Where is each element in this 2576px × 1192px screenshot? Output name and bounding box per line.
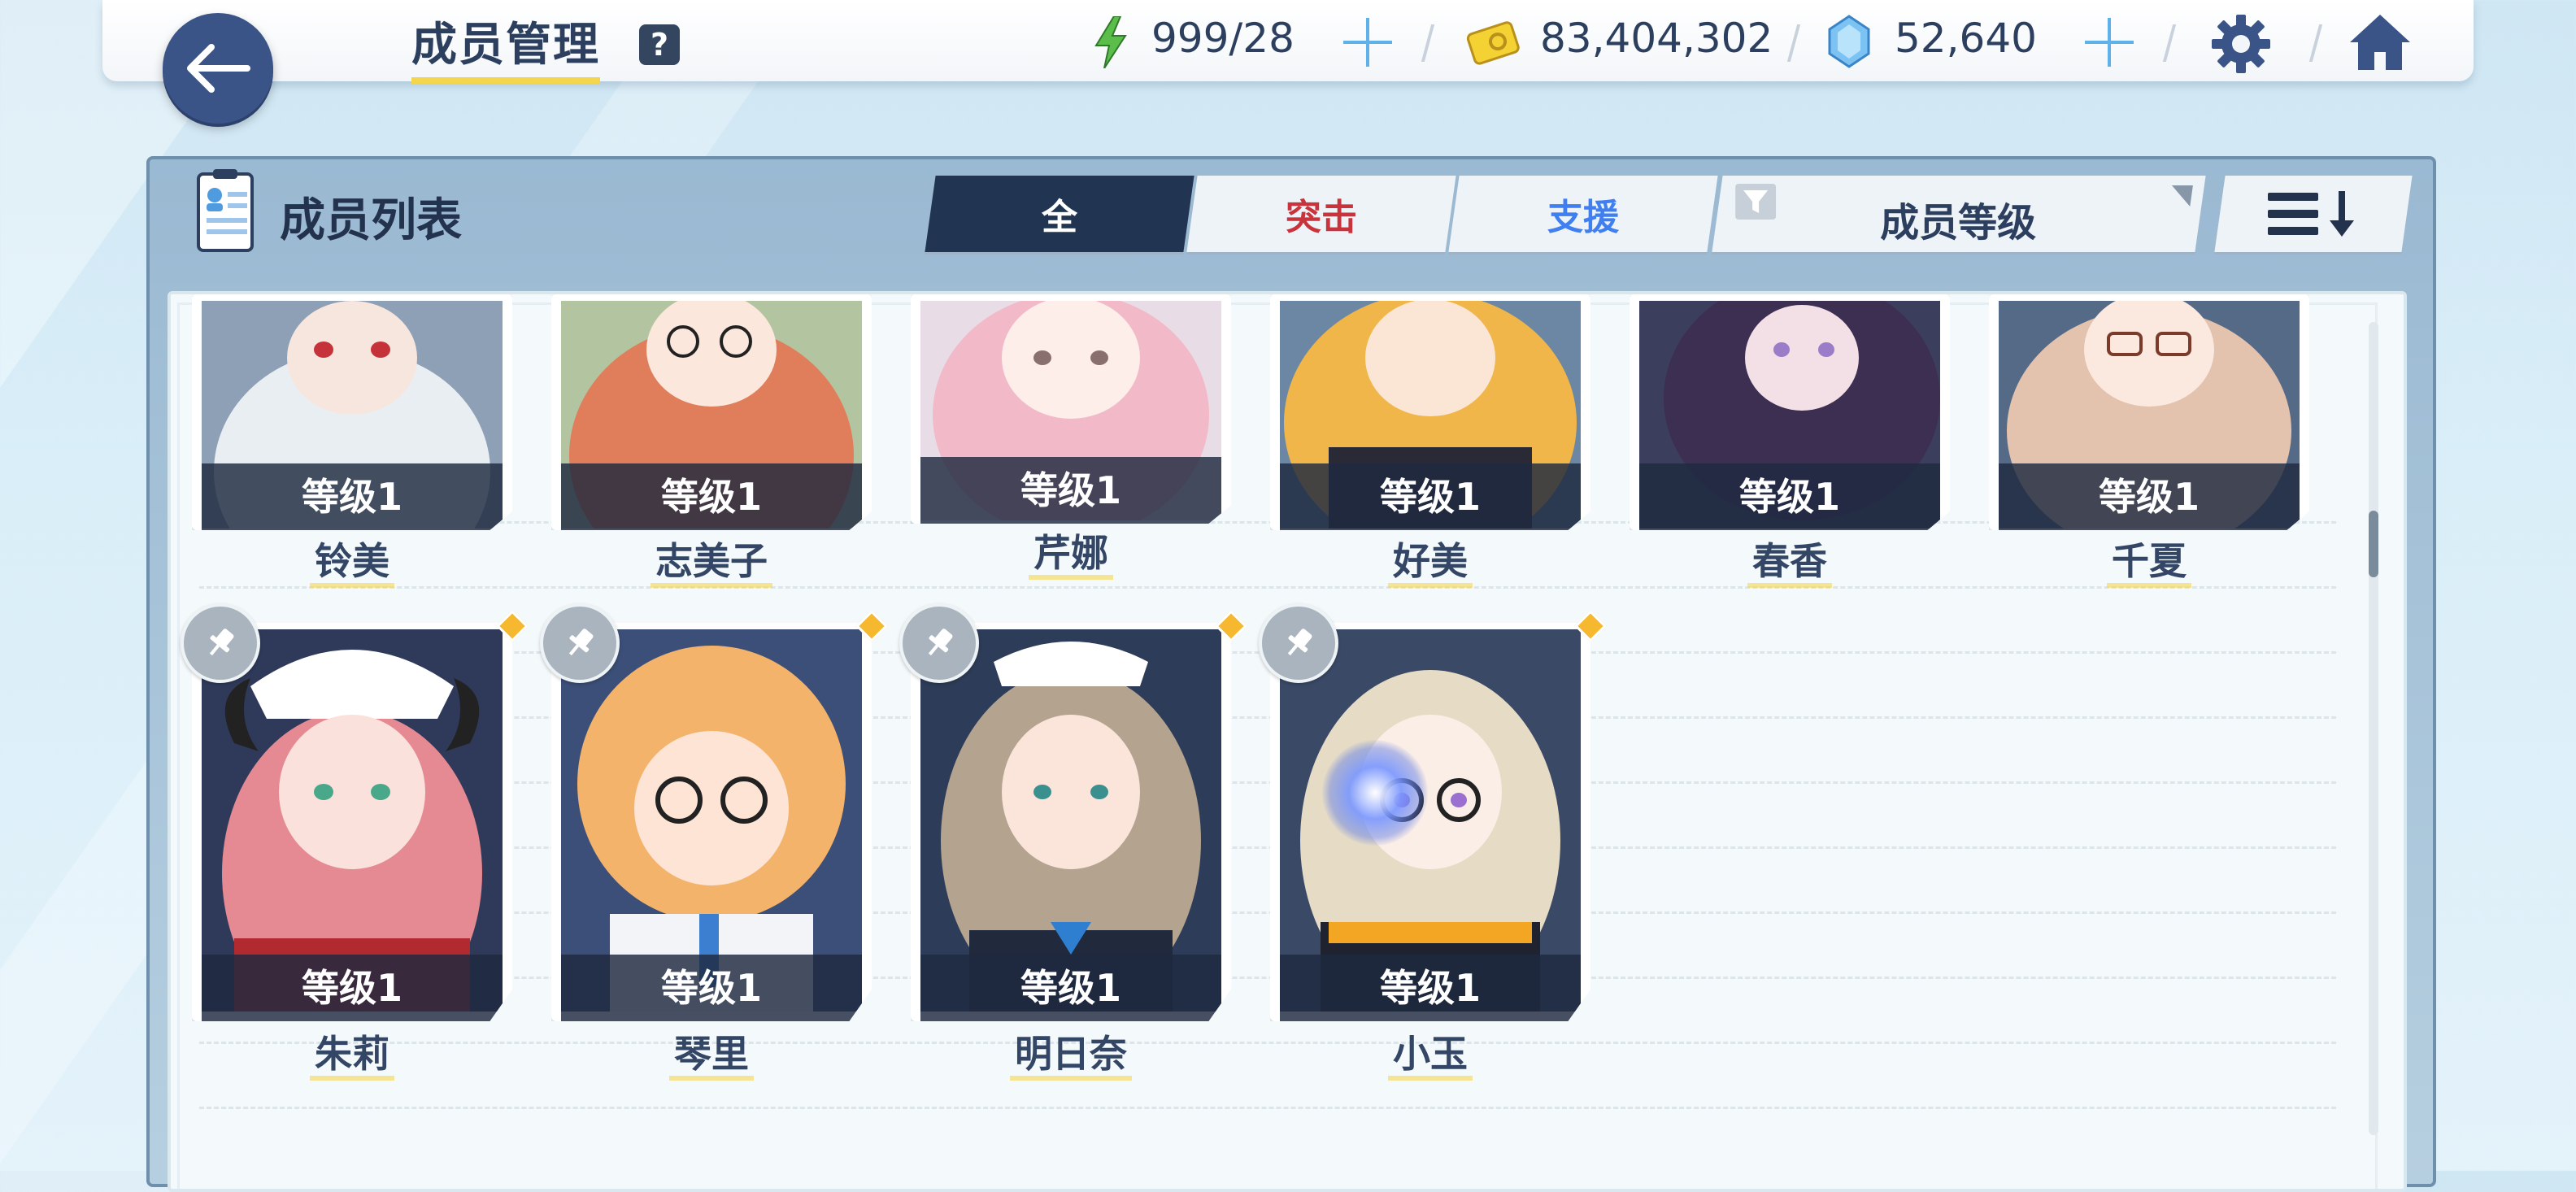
pin-icon xyxy=(209,629,234,656)
ap-value: 999/28 xyxy=(1151,15,1295,62)
page-title: 成员管理 xyxy=(411,8,600,84)
level-badge: 等级1 xyxy=(1999,463,2300,530)
member-name: 志美子 xyxy=(551,532,872,588)
credits-value: 83,404,302 xyxy=(1540,15,1773,62)
divider xyxy=(1786,24,1801,62)
member-name-text: 朱莉 xyxy=(310,1032,394,1081)
level-badge: 等级1 xyxy=(202,463,503,530)
member-name-text: 小玉 xyxy=(1388,1032,1473,1081)
sort-order-button[interactable] xyxy=(2214,176,2413,252)
level-badge: 等级1 xyxy=(1639,463,1940,530)
row-divider xyxy=(199,911,2336,914)
tab-label: 支援 xyxy=(1547,197,1619,238)
row-divider xyxy=(199,781,2336,784)
pin-button[interactable] xyxy=(899,603,979,683)
credit-card-icon xyxy=(1466,21,1520,65)
pyroxene-add-button[interactable] xyxy=(2085,18,2134,67)
scrollbar-thumb[interactable] xyxy=(2369,511,2378,577)
member-name: 铃美 xyxy=(192,532,512,588)
member-list-icon xyxy=(197,169,254,252)
help-button[interactable]: ? xyxy=(639,24,680,65)
tab-label: 突击 xyxy=(1286,197,1357,238)
member-name: 好美 xyxy=(1270,532,1590,588)
row-divider xyxy=(199,977,2336,979)
pyroxene-value: 52,640 xyxy=(1895,15,2037,62)
touch-effect xyxy=(1322,740,1428,846)
role-tabs: 全 突击 支援 xyxy=(925,176,1718,252)
tab-all[interactable]: 全 xyxy=(925,176,1194,252)
divider xyxy=(1421,24,1435,62)
level-badge: 等级1 xyxy=(920,457,1221,524)
level-badge: 等级1 xyxy=(1280,463,1581,530)
member-name: 千夏 xyxy=(1989,532,2309,588)
row-divider xyxy=(199,846,2336,849)
member-name: 朱莉 xyxy=(192,1025,512,1081)
row-divider xyxy=(199,586,2336,589)
member-name: 春香 xyxy=(1630,532,1950,588)
level-badge: 等级1 xyxy=(561,955,862,1021)
row-divider xyxy=(199,716,2336,719)
level-badge: 等级1 xyxy=(202,955,503,1021)
level-badge: 等级1 xyxy=(561,463,862,530)
panel-title: 成员列表 xyxy=(280,194,462,247)
member-name-text: 明日奈 xyxy=(1010,1032,1132,1081)
home-icon[interactable] xyxy=(2347,11,2413,73)
dropdown-corner-icon xyxy=(2169,185,2193,207)
pin-button[interactable] xyxy=(540,603,620,683)
member-name-text: 好美 xyxy=(1388,539,1473,588)
row-divider xyxy=(199,1107,2336,1109)
tab-striker[interactable]: 突击 xyxy=(1186,176,1456,252)
level-badge: 等级1 xyxy=(1280,955,1581,1021)
divider xyxy=(2308,24,2323,62)
gear-icon[interactable] xyxy=(2210,13,2272,75)
row-divider xyxy=(199,1042,2336,1044)
member-grid-area[interactable]: 等级1 铃美 等级1 志美子 等级1 芹娜 等级1 好美 等级1 春香 等级1 … xyxy=(168,291,2407,1192)
ap-add-button[interactable] xyxy=(1343,18,1392,67)
member-name: 明日奈 xyxy=(911,1025,1231,1081)
sort-label: 成员等级 xyxy=(1880,200,2037,246)
member-name-text: 千夏 xyxy=(2107,539,2191,588)
pyroxene-icon xyxy=(1828,15,1870,68)
member-name-text: 志美子 xyxy=(651,539,772,588)
panel-header: 成员列表 全 突击 支援 成员等级 xyxy=(150,159,2433,270)
member-name-text: 芹娜 xyxy=(1029,531,1113,580)
member-name-text: 琴里 xyxy=(669,1032,754,1081)
scrollbar-track[interactable] xyxy=(2369,322,2378,1135)
member-list-panel: 成员列表 全 突击 支援 成员等级 等级1 铃美 等级1 志美子 等级1 芹娜 … xyxy=(146,156,2436,1192)
member-name: 琴里 xyxy=(551,1025,872,1081)
pin-button[interactable] xyxy=(1259,603,1338,683)
back-arrow-icon xyxy=(187,44,250,93)
level-badge: 等级1 xyxy=(920,955,1221,1021)
pin-icon xyxy=(568,629,594,656)
member-name-text: 春香 xyxy=(1747,539,1832,588)
lightning-icon xyxy=(1094,16,1127,68)
pin-icon xyxy=(1287,629,1312,656)
member-name: 芹娜 xyxy=(911,524,1231,580)
tab-label: 全 xyxy=(1042,197,1077,238)
pin-button[interactable] xyxy=(181,603,260,683)
tab-support[interactable]: 支援 xyxy=(1448,176,1718,252)
divider xyxy=(2162,24,2177,62)
sort-dropdown[interactable]: 成员等级 xyxy=(1712,176,2206,252)
back-button[interactable] xyxy=(163,13,273,124)
pin-icon xyxy=(928,629,953,656)
member-name: 小玉 xyxy=(1270,1025,1590,1081)
sort-order-icon xyxy=(2268,191,2354,237)
top-bar: 成员管理 ? 999/28 83,404,302 52,640 xyxy=(102,0,2474,84)
member-name-text: 铃美 xyxy=(310,539,394,588)
